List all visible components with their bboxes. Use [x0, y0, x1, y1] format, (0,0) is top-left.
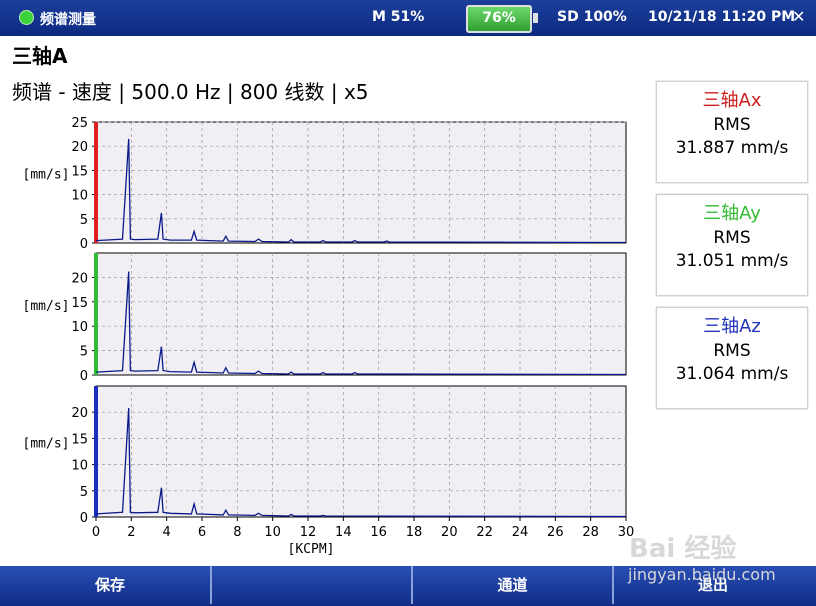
rms-value: 31.051 mm/s — [675, 251, 789, 271]
x-tick-label: 6 — [198, 525, 206, 540]
save-button[interactable]: 保存 — [10, 566, 212, 604]
x-tick-label: 2 — [127, 525, 135, 540]
rms-label: RMS — [713, 228, 751, 248]
watermark-brand: Bai 经验 — [629, 534, 737, 564]
x-tick-label: 20 — [441, 525, 458, 540]
x-tick-label: 28 — [582, 525, 599, 540]
rms-channel-axis: Az — [739, 316, 761, 337]
spectrum-svg: 0510152025[mm/s]05101520[mm/s]05101520[m… — [23, 116, 635, 557]
battery-percent: 76% — [482, 10, 516, 26]
watermark-url: jingyan.baidu.com — [628, 565, 776, 584]
rms-label: RMS — [713, 115, 751, 135]
y-axis-label: [mm/s] — [23, 299, 70, 314]
rms-channel-axis: Ay — [739, 203, 761, 224]
status-bar: 频谱测量 M 51% 76% SD 100% 10/21/18 11:20 PM… — [0, 0, 816, 36]
watermark: Bai 经验 jingyan.baidu.com — [626, 528, 811, 588]
x-tick-label: 16 — [370, 525, 387, 540]
x-tick-label: 4 — [163, 525, 171, 540]
y-tick-label: 0 — [80, 511, 88, 526]
rms-channel-prefix: 三轴 — [702, 90, 739, 111]
x-tick-label: 0 — [92, 525, 100, 540]
measurement-settings: 频谱 - 速度 | 500.0 Hz | 800 线数 | x5 — [12, 80, 369, 104]
y-axis-label: [mm/s] — [23, 168, 70, 183]
app-title: 频谱测量 — [40, 12, 96, 28]
sd-card-indicator: SD 100% — [557, 9, 627, 25]
page-title: 三轴A — [12, 44, 68, 68]
x-tick-label: 12 — [300, 525, 317, 540]
y-tick-label: 5 — [80, 345, 88, 360]
y-tick-label: 0 — [80, 369, 88, 384]
y-tick-label: 15 — [71, 432, 88, 447]
plot-background — [95, 121, 627, 244]
datetime: 10/21/18 11:20 PM — [648, 9, 796, 25]
y-tick-label: 10 — [71, 320, 88, 335]
plot-background — [95, 252, 627, 376]
rms-panel-az: 三轴Az RMS 31.064 mm/s — [656, 307, 808, 409]
rms-panel-ax: 三轴Ax RMS 31.887 mm/s — [656, 81, 808, 183]
y-tick-label: 10 — [71, 459, 88, 474]
x-tick-label: 10 — [264, 525, 281, 540]
y-axis-label: [mm/s] — [23, 437, 70, 452]
rms-value: 31.887 mm/s — [675, 138, 789, 158]
x-axis-label: [KCPM] — [288, 542, 335, 557]
battery-icon: 76% — [466, 5, 538, 33]
rms-channel-prefix: 三轴 — [703, 203, 740, 224]
close-icon[interactable]: ✕ — [792, 7, 805, 26]
x-tick-label: 18 — [406, 525, 423, 540]
y-tick-label: 25 — [71, 116, 88, 131]
rms-channel-axis: Ax — [738, 90, 762, 111]
y-tick-label: 20 — [71, 406, 88, 421]
x-tick-label: 14 — [335, 525, 352, 540]
y-tick-label: 20 — [71, 140, 88, 155]
memory-indicator: M 51% — [372, 9, 425, 25]
x-tick-label: 22 — [476, 525, 493, 540]
channel-button[interactable]: 通道 — [413, 566, 614, 604]
y-tick-label: 15 — [71, 164, 88, 179]
y-tick-label: 5 — [80, 485, 88, 500]
rms-label: RMS — [713, 341, 751, 361]
plot-background — [95, 385, 627, 518]
rms-value: 31.064 mm/s — [675, 364, 789, 384]
x-tick-label: 8 — [233, 525, 241, 540]
rms-channel-prefix: 三轴 — [703, 316, 740, 337]
y-tick-label: 0 — [80, 237, 88, 252]
y-tick-label: 15 — [71, 296, 88, 311]
y-tick-label: 20 — [71, 271, 88, 286]
battery-terminal — [533, 13, 538, 23]
x-tick-label: 24 — [512, 525, 529, 540]
y-tick-label: 10 — [71, 189, 88, 204]
spectrum-charts[interactable]: 0 5 10 15 20 25 [mm/s] 0 5 10 15 20 [mm/s] 0 5 10 15 20 [m… — [0, 108, 650, 568]
x-tick-label: 26 — [547, 525, 564, 540]
rms-panel-ay: 三轴Ay RMS 31.051 mm/s — [656, 194, 808, 296]
y-tick-label: 5 — [80, 213, 88, 228]
status-dot-icon — [19, 10, 34, 25]
softkey-2-button[interactable] — [212, 566, 413, 604]
